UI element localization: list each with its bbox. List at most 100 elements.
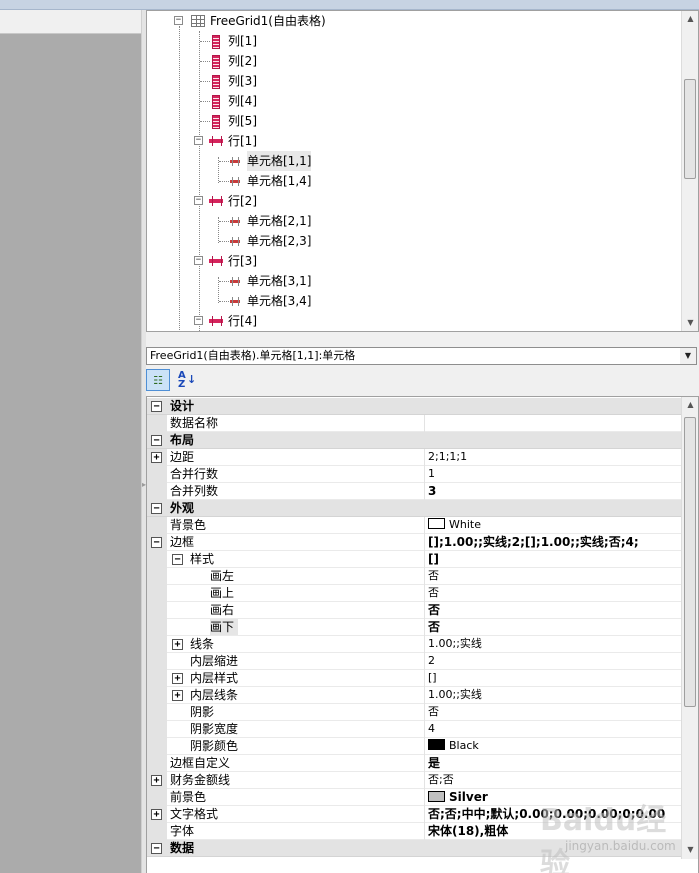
property-merge-rows[interactable]: 合并行数 1 xyxy=(147,466,681,483)
property-grid-scrollbar[interactable]: ▲ ▼ xyxy=(681,397,698,859)
collapse-icon[interactable]: − xyxy=(151,503,162,514)
collapse-icon[interactable]: − xyxy=(174,16,183,25)
property-label: 画上 xyxy=(210,586,235,600)
category-layout[interactable]: − 布局 xyxy=(147,432,681,449)
property-style[interactable]: − 样式 [] xyxy=(147,551,681,568)
tree-node-root[interactable]: − FreeGrid1(自由表格) xyxy=(147,11,677,31)
property-value[interactable]: 否 xyxy=(428,619,440,635)
collapse-icon[interactable]: − xyxy=(151,537,162,548)
property-finance-line[interactable]: + 财务金额线 否;否 xyxy=(147,772,681,789)
tree-node-column[interactable]: 列[2] xyxy=(147,51,677,71)
scrollbar-thumb[interactable] xyxy=(684,79,696,179)
property-value[interactable]: Silver xyxy=(428,789,488,805)
tree-node-column[interactable]: 列[5] xyxy=(147,111,677,131)
property-margin[interactable]: + 边距 2;1;1;1 xyxy=(147,449,681,466)
expand-icon[interactable]: + xyxy=(172,690,183,701)
property-data-name[interactable]: 数据名称 xyxy=(147,415,681,432)
property-value[interactable]: 1 xyxy=(428,466,435,482)
property-draw-right[interactable]: 画右 否 xyxy=(147,602,681,619)
property-border-custom[interactable]: 边框自定义 是 xyxy=(147,755,681,772)
tree-node-cell[interactable]: 单元格[1,4] xyxy=(147,171,677,191)
collapse-icon[interactable]: − xyxy=(151,843,162,854)
category-appearance[interactable]: − 外观 xyxy=(147,500,681,517)
scroll-up-icon[interactable]: ▲ xyxy=(682,11,698,27)
collapse-icon[interactable]: − xyxy=(194,196,203,205)
color-name: Black xyxy=(449,739,479,752)
property-value[interactable]: 2 xyxy=(428,653,435,669)
collapse-icon[interactable]: − xyxy=(172,554,183,565)
alphabetical-sort-button[interactable]: A Z ↓ xyxy=(174,369,198,391)
tree-node-row[interactable]: − 行[4] xyxy=(147,311,677,331)
tree-node-row[interactable]: − 行[1] xyxy=(147,131,677,151)
tree-node-label: 行[4] xyxy=(228,314,257,328)
property-value[interactable]: 2;1;1;1 xyxy=(428,449,467,465)
property-value[interactable]: 宋体(18),粗体 xyxy=(428,823,508,839)
chevron-down-icon[interactable]: ▼ xyxy=(680,348,696,364)
property-draw-top[interactable]: 画上 否 xyxy=(147,585,681,602)
collapse-icon[interactable]: − xyxy=(194,136,203,145)
property-border[interactable]: − 边框 [];1.00;;实线;2;[];1.00;;实线;否;4; xyxy=(147,534,681,551)
collapse-icon[interactable]: − xyxy=(194,256,203,265)
column-divider xyxy=(424,517,425,534)
tree-node-cell[interactable]: 单元格[1,1] xyxy=(147,151,677,171)
property-shadow-color[interactable]: 阴影颜色 Black xyxy=(147,738,681,755)
tree-node-cell[interactable]: 单元格[2,3] xyxy=(147,231,677,251)
property-line[interactable]: + 线条 1.00;;实线 xyxy=(147,636,681,653)
property-label: 边距 xyxy=(170,450,195,464)
property-label: 合并列数 xyxy=(170,484,219,498)
expand-icon[interactable]: + xyxy=(172,673,183,684)
row-icon xyxy=(209,136,223,146)
expand-icon[interactable]: + xyxy=(151,452,162,463)
category-design[interactable]: − 设计 xyxy=(147,398,681,415)
object-selector-dropdown[interactable]: FreeGrid1(自由表格).单元格[1,1]:单元格 ▼ xyxy=(146,347,697,365)
expand-icon[interactable]: + xyxy=(172,639,183,650)
property-inner-line[interactable]: + 内层线条 1.00;;实线 xyxy=(147,687,681,704)
property-draw-left[interactable]: 画左 否 xyxy=(147,568,681,585)
tree-node-row[interactable]: − 行[3] xyxy=(147,251,677,271)
property-value[interactable]: 3 xyxy=(428,483,436,499)
property-bg-color[interactable]: 背景色 White xyxy=(147,517,681,534)
property-shadow-width[interactable]: 阴影宽度 4 xyxy=(147,721,681,738)
property-value[interactable]: 否;否 xyxy=(428,772,454,788)
collapse-icon[interactable]: − xyxy=(194,316,203,325)
tree-node-label: 行[1] xyxy=(228,134,257,148)
property-value[interactable]: 1.00;;实线 xyxy=(428,687,482,703)
collapse-icon[interactable]: − xyxy=(151,401,162,412)
property-inner-indent[interactable]: 内层缩进 2 xyxy=(147,653,681,670)
property-value[interactable]: 否 xyxy=(428,602,440,618)
scroll-down-icon[interactable]: ▼ xyxy=(682,315,698,331)
scrollbar-thumb[interactable] xyxy=(684,417,696,707)
property-value[interactable]: 否 xyxy=(428,585,439,601)
collapse-icon[interactable]: − xyxy=(151,435,162,446)
tree-node-row[interactable]: − 行[2] xyxy=(147,191,677,211)
property-inner-style[interactable]: + 内层样式 [] xyxy=(147,670,681,687)
property-merge-cols[interactable]: 合并列数 3 xyxy=(147,483,681,500)
color-swatch xyxy=(428,791,445,802)
property-value[interactable]: 1.00;;实线 xyxy=(428,636,482,652)
cell-icon xyxy=(228,176,242,187)
expand-icon[interactable]: + xyxy=(151,775,162,786)
property-shadow[interactable]: 阴影 否 xyxy=(147,704,681,721)
tree-scrollbar[interactable]: ▲ ▼ xyxy=(681,11,698,331)
property-value[interactable]: 4 xyxy=(428,721,435,737)
property-value[interactable]: 是 xyxy=(428,755,440,771)
tree-node-column[interactable]: 列[3] xyxy=(147,71,677,91)
property-label: 前景色 xyxy=(170,790,207,804)
categorized-view-button[interactable]: ☷ xyxy=(146,369,170,391)
property-value[interactable]: 否 xyxy=(428,704,439,720)
property-value[interactable]: 否 xyxy=(428,568,439,584)
property-draw-bottom[interactable]: 画下 否 xyxy=(147,619,681,636)
property-value[interactable]: [] xyxy=(428,670,437,686)
property-value[interactable]: White xyxy=(428,517,481,533)
tree-node-cell[interactable]: 单元格[3,4] xyxy=(147,291,677,311)
scroll-up-icon[interactable]: ▲ xyxy=(682,397,698,413)
property-value[interactable]: [] xyxy=(428,551,439,567)
expand-icon[interactable]: + xyxy=(151,809,162,820)
tree-node-cell[interactable]: 单元格[3,1] xyxy=(147,271,677,291)
property-value[interactable]: Black xyxy=(428,738,479,754)
property-value[interactable]: [];1.00;;实线;2;[];1.00;;实线;否;4; xyxy=(428,534,639,550)
tree-node-column[interactable]: 列[1] xyxy=(147,31,677,51)
object-tree[interactable]: − FreeGrid1(自由表格) 列[1] 列[2] 列[3] 列[4] 列[… xyxy=(146,10,699,332)
tree-node-cell[interactable]: 单元格[2,1] xyxy=(147,211,677,231)
tree-node-column[interactable]: 列[4] xyxy=(147,91,677,111)
